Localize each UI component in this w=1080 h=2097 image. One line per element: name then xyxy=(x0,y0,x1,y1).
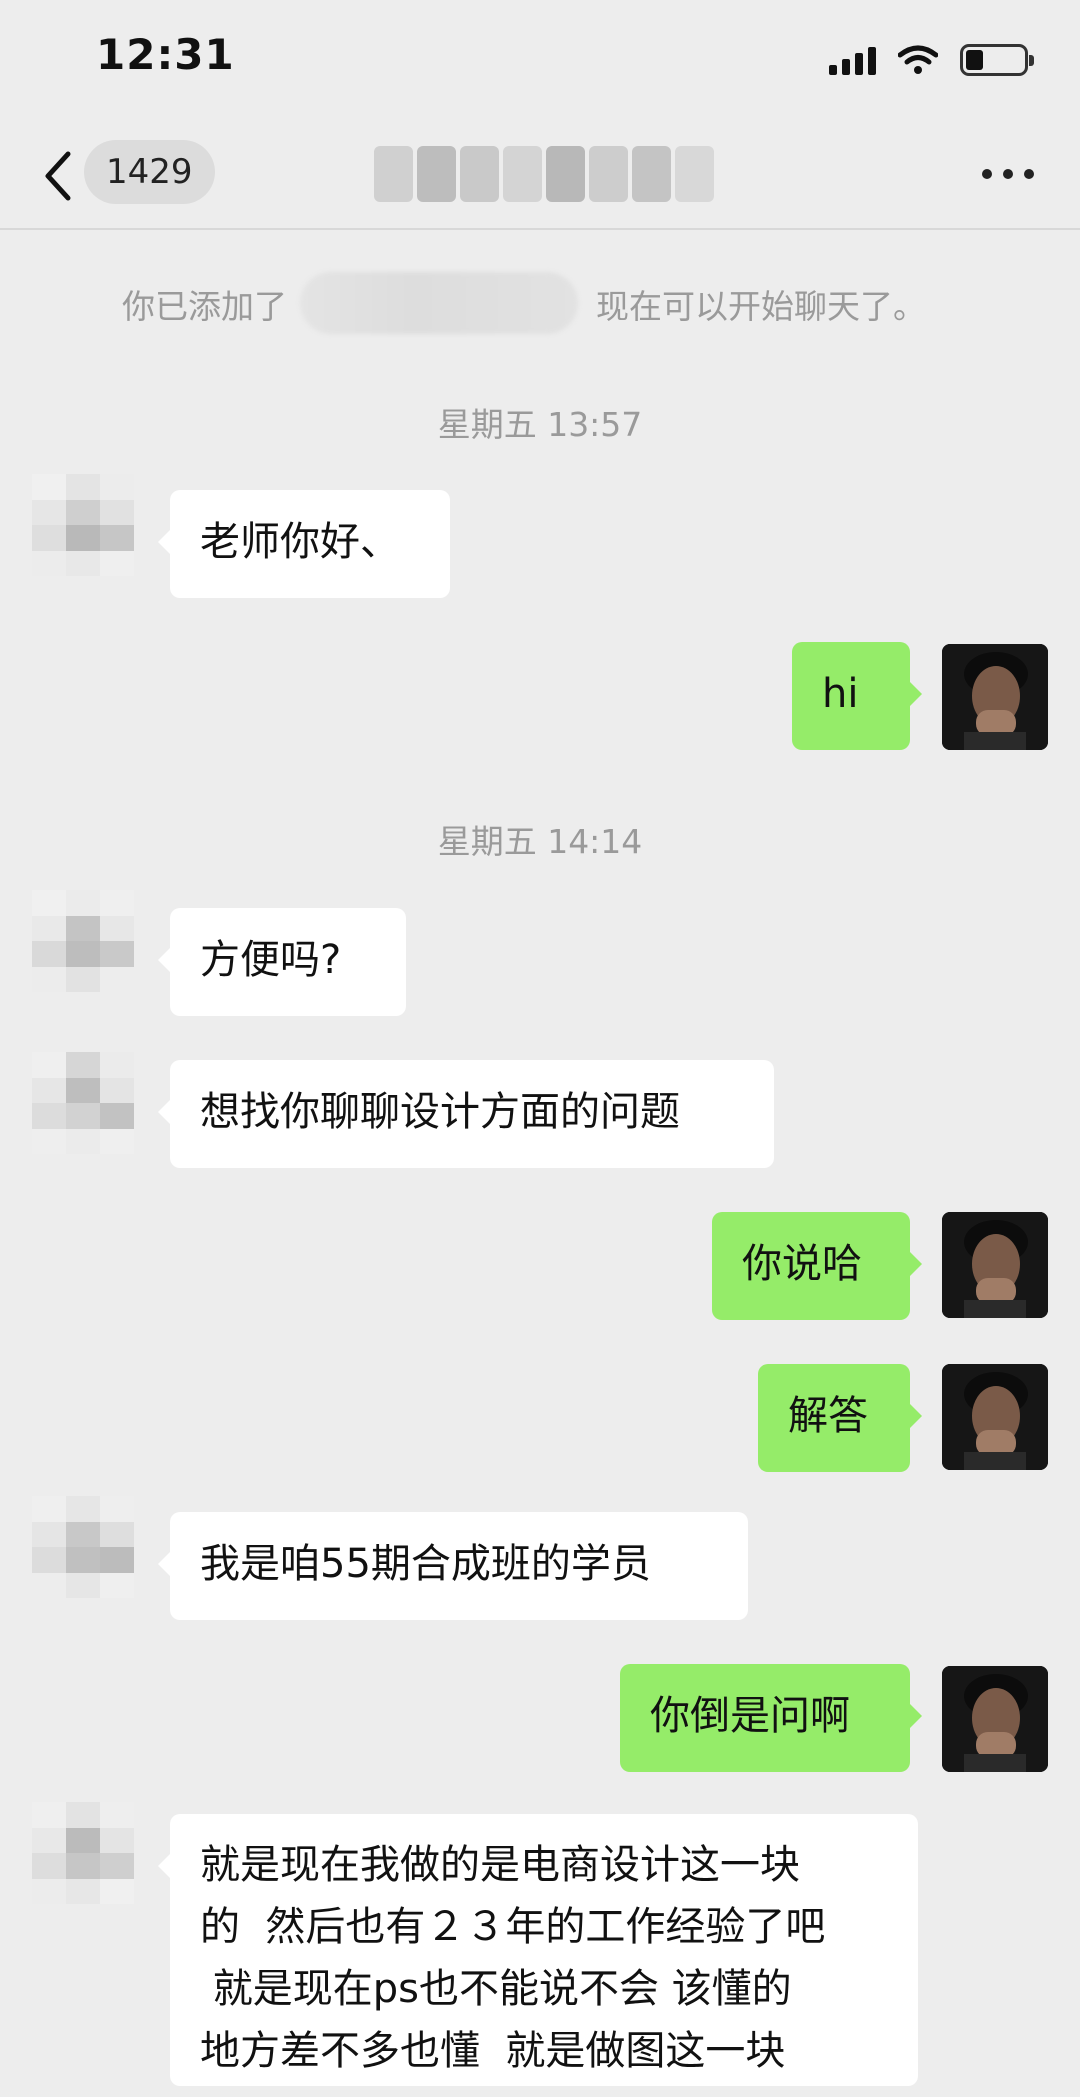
message-bubble-sent[interactable]: 解答 xyxy=(758,1364,922,1472)
contact-avatar[interactable] xyxy=(32,1496,134,1598)
message-line: 的 然后也有２３年的工作经验了吧 xyxy=(200,1904,826,1950)
chevron-left-icon[interactable] xyxy=(40,148,80,204)
status-icons xyxy=(829,38,1034,82)
message-bubble-received[interactable]: 方便吗? xyxy=(158,908,406,1016)
system-notice: 你已添加了 现在可以开始聊天了。 xyxy=(0,268,1080,338)
user-avatar[interactable] xyxy=(942,1364,1048,1470)
unread-count-badge[interactable]: 1429 xyxy=(84,140,215,204)
message-bubble-sent[interactable]: 你倒是问啊 xyxy=(620,1664,922,1772)
person-photo-icon xyxy=(942,1364,1048,1470)
chat-title-redacted xyxy=(374,144,714,204)
contact-avatar[interactable] xyxy=(32,1052,134,1154)
message-bubble-received[interactable]: 老师你好、 xyxy=(158,490,450,598)
user-avatar[interactable] xyxy=(942,1666,1048,1772)
message-line: 就是现在我做的是电商设计这一块 xyxy=(200,1842,800,1888)
user-avatar[interactable] xyxy=(942,644,1048,750)
message-bubble-received[interactable]: 我是咱55期合成班的学员 xyxy=(158,1512,748,1620)
cellular-signal-icon xyxy=(829,45,876,75)
user-avatar[interactable] xyxy=(942,1212,1048,1318)
message-bubble-sent[interactable]: hi xyxy=(792,642,922,750)
wifi-icon xyxy=(898,45,938,74)
contact-avatar[interactable] xyxy=(32,474,134,576)
contact-avatar[interactable] xyxy=(32,890,134,992)
message-bubble-received[interactable]: 就是现在我做的是电商设计这一块 的 然后也有２３年的工作经验了吧 就是现在ps也… xyxy=(158,1814,918,2086)
redacted-contact-name xyxy=(300,272,578,334)
person-photo-icon xyxy=(942,1212,1048,1318)
more-dots-icon[interactable] xyxy=(982,164,1034,184)
timestamp: 星期五 14:14 xyxy=(437,822,643,861)
status-time: 12:31 xyxy=(96,30,235,79)
chat-header: 1429 xyxy=(0,120,1080,230)
system-notice-suffix: 现在可以开始聊天了。 xyxy=(596,287,926,326)
person-photo-icon xyxy=(942,644,1048,750)
message-bubble-received[interactable]: 想找你聊聊设计方面的问题 xyxy=(158,1060,774,1168)
contact-avatar[interactable] xyxy=(32,1802,134,1904)
battery-icon xyxy=(960,44,1034,76)
person-photo-icon xyxy=(942,1666,1048,1772)
message-line: 地方差不多也懂 就是做图这一块 xyxy=(200,2028,786,2074)
timestamp: 星期五 13:57 xyxy=(437,405,643,444)
system-notice-prefix: 你已添加了 xyxy=(122,287,287,326)
status-bar: 12:31 xyxy=(0,0,1080,120)
message-line: 就是现在ps也不能说不会 该懂的 xyxy=(200,1966,792,2012)
message-bubble-sent[interactable]: 你说哈 xyxy=(712,1212,922,1320)
